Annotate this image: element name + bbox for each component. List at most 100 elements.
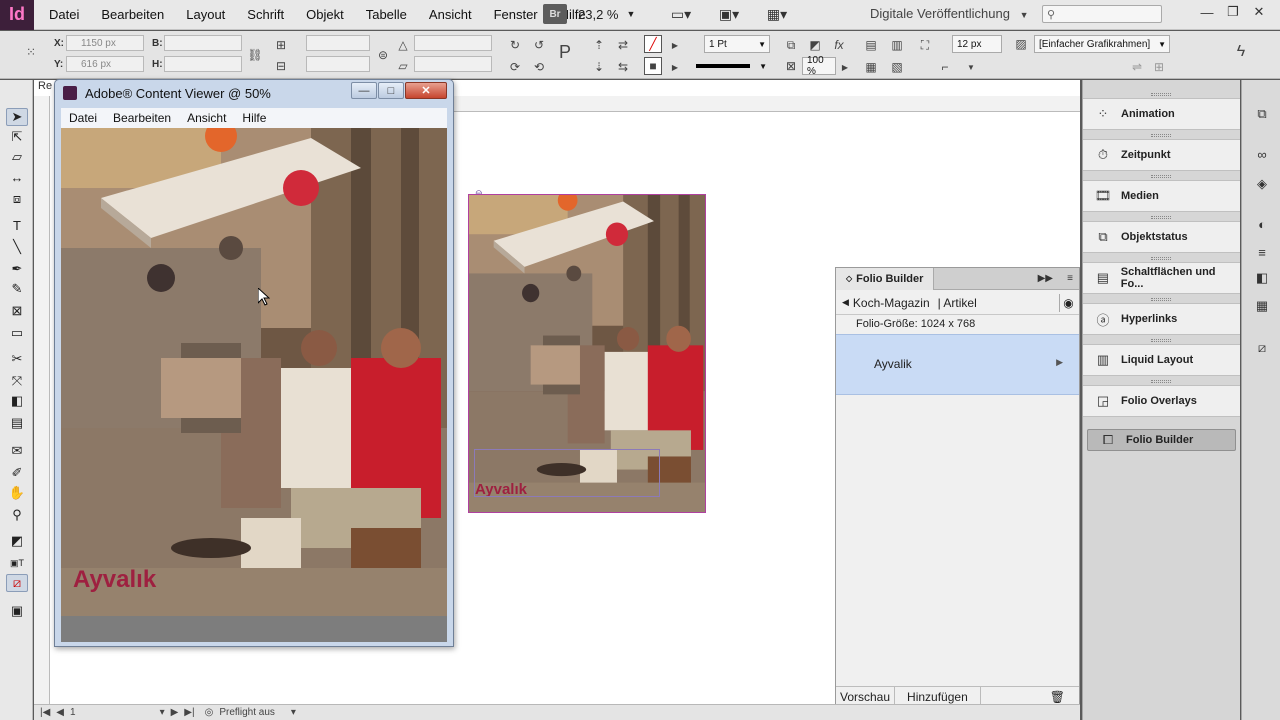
gradient-panel-icon[interactable]: ◧: [1251, 268, 1273, 288]
dock-item-folio-builder[interactable]: ⧠ Folio Builder: [1087, 429, 1236, 451]
pages-panel-icon[interactable]: ⧉: [1251, 104, 1273, 124]
eyedropper-tool-icon[interactable]: ✐: [6, 464, 28, 482]
menu-fenster[interactable]: Fenster: [483, 0, 549, 30]
dock-grip[interactable]: [1151, 93, 1171, 96]
preflight-icon[interactable]: ◎: [205, 707, 214, 718]
cv-menu-datei[interactable]: Datei: [61, 111, 105, 125]
vertical-ruler[interactable]: [34, 96, 50, 704]
scale-y-field[interactable]: [306, 56, 370, 72]
panel-menu-icon[interactable]: ≡: [1067, 273, 1073, 284]
menu-datei[interactable]: Datei: [38, 0, 90, 30]
dock-grip[interactable]: [1151, 134, 1171, 137]
text-wrap-none-icon[interactable]: ▤: [862, 36, 880, 54]
pen-tool-icon[interactable]: ✒: [6, 260, 28, 278]
dock-grip[interactable]: [1151, 380, 1171, 383]
rectangle-frame-tool-icon[interactable]: ⊠: [6, 302, 28, 320]
content-viewer-titlebar[interactable]: Adobe® Content Viewer @ 50% — □ ✕: [55, 80, 453, 106]
menu-layout[interactable]: Layout: [175, 0, 236, 30]
maximize-icon[interactable]: □: [378, 82, 404, 99]
flip-horizontal-icon[interactable]: ⟳: [506, 58, 524, 76]
stroke-weight-select[interactable]: 1 Pt ▼: [704, 35, 770, 53]
bridge-button[interactable]: Br: [543, 4, 567, 24]
cv-menu-hilfe[interactable]: Hilfe: [234, 111, 274, 125]
preflight-status[interactable]: Preflight aus: [219, 707, 275, 718]
shear-field[interactable]: [414, 56, 492, 72]
drop-shadow-icon[interactable]: ◩: [806, 36, 824, 54]
dock-grip[interactable]: [1151, 175, 1171, 178]
menu-ansicht[interactable]: Ansicht: [418, 0, 483, 30]
preflight-menu-icon[interactable]: ▾: [291, 707, 296, 718]
stroke-panel-icon[interactable]: ≡: [1251, 242, 1273, 262]
zoom-tool-icon[interactable]: ⚲: [6, 506, 28, 524]
horizontal-ruler[interactable]: [454, 96, 1080, 112]
prev-page-icon[interactable]: ◀: [56, 707, 64, 718]
search-input[interactable]: ⚲: [1042, 5, 1162, 23]
zoom-level-field[interactable]: 23,2 % ▼: [578, 4, 644, 24]
collapse-icon[interactable]: ◇: [846, 274, 852, 283]
minimize-icon[interactable]: —: [1194, 2, 1220, 22]
text-wrap-panel-icon[interactable]: ⧄: [1251, 338, 1273, 358]
restore-icon[interactable]: ❐: [1220, 2, 1246, 22]
dock-grip[interactable]: [1151, 257, 1171, 260]
expand-panel-icon[interactable]: ▶▶: [1038, 273, 1053, 284]
select-previous-icon[interactable]: ⇄: [614, 36, 632, 54]
hand-tool-icon[interactable]: ✋: [6, 484, 28, 502]
lock-proportions-icon[interactable]: ⊜: [374, 46, 392, 64]
dock-item-media[interactable]: 🎞 Medien: [1083, 180, 1240, 212]
stroke-type-select[interactable]: ▼: [692, 57, 770, 75]
dock-item-folio-overlays[interactable]: ◲ Folio Overlays: [1083, 385, 1240, 417]
arrange-documents-icon[interactable]: ▦▾: [760, 4, 794, 24]
menu-bearbeiten[interactable]: Bearbeiten: [90, 0, 175, 30]
fill-stroke-icon[interactable]: ◩: [6, 532, 28, 550]
links-panel-icon[interactable]: ∞: [1251, 144, 1273, 164]
page-tool-icon[interactable]: ▱: [6, 148, 28, 166]
opacity-arrow-icon[interactable]: ▶: [836, 58, 854, 76]
free-transform-tool-icon[interactable]: ⤧: [6, 372, 28, 390]
dock-grip[interactable]: [1151, 298, 1171, 301]
stroke-menu-arrow-icon[interactable]: ▶: [666, 58, 684, 76]
type-tool-icon[interactable]: T: [6, 216, 28, 234]
breadcrumb-folio[interactable]: Koch-Magazin: [853, 296, 930, 310]
folio-builder-tab[interactable]: ◇ Folio Builder: [836, 267, 935, 290]
stroke-swatch-icon[interactable]: ■: [644, 57, 662, 75]
style-options-icon[interactable]: ⊞: [1150, 58, 1168, 76]
width-field[interactable]: [164, 35, 242, 51]
text-wrap-jump-icon[interactable]: ▧: [888, 58, 906, 76]
clear-overrides-icon[interactable]: ⇌: [1128, 58, 1146, 76]
next-page-icon[interactable]: ▶: [171, 707, 179, 718]
x-position-field[interactable]: 1150 px: [66, 35, 144, 51]
select-next-icon[interactable]: ⇆: [614, 58, 632, 76]
fill-menu-arrow-icon[interactable]: ▶: [666, 36, 684, 54]
workspace-switcher[interactable]: Digitale Veröffentlichung ▼: [870, 6, 1029, 21]
dock-item-object-states[interactable]: ⧉ Objektstatus: [1083, 221, 1240, 253]
corner-menu-icon[interactable]: ▼: [962, 58, 980, 76]
height-field[interactable]: [164, 56, 242, 72]
line-tool-icon[interactable]: ╲: [6, 238, 28, 256]
flip-p-icon[interactable]: P: [556, 42, 574, 62]
dock-item-hyperlinks[interactable]: ⓐ Hyperlinks: [1083, 303, 1240, 335]
article-row[interactable]: Ayvalik ▶: [836, 334, 1079, 395]
selection-tool-icon[interactable]: ➤: [6, 108, 28, 126]
rectangle-tool-icon[interactable]: ▭: [6, 324, 28, 342]
note-tool-icon[interactable]: ✉: [6, 442, 28, 460]
dock-item-animation[interactable]: ⁘ Animation: [1083, 98, 1240, 130]
constrain-proportions-icon[interactable]: ⛓: [246, 46, 264, 64]
screen-mode-icon[interactable]: ▣: [6, 602, 28, 620]
fit-frame-icon[interactable]: ⧉: [782, 36, 800, 54]
page-number-field[interactable]: 1: [70, 707, 76, 718]
table-panel-icon[interactable]: ▦: [1251, 296, 1273, 316]
view-options-icon[interactable]: ▭▾: [664, 4, 698, 24]
article-open-arrow-icon[interactable]: ▶: [1056, 357, 1063, 368]
corner-shape-icon[interactable]: ⌐: [936, 58, 954, 76]
rotate-ccw-icon[interactable]: ↺: [530, 36, 548, 54]
apply-none-icon[interactable]: ⧄: [6, 574, 28, 592]
layers-panel-icon[interactable]: ◈: [1251, 174, 1273, 194]
folio-settings-icon[interactable]: ◉: [1059, 293, 1077, 312]
reference-point-icon[interactable]: ⁙: [22, 43, 40, 61]
select-container-icon[interactable]: ⇡: [590, 36, 608, 54]
pencil-tool-icon[interactable]: ✎: [6, 280, 28, 298]
dock-item-liquid-layout[interactable]: ▥ Liquid Layout: [1083, 344, 1240, 376]
minimize-icon[interactable]: —: [351, 82, 377, 99]
last-page-icon[interactable]: ▶|: [184, 707, 194, 718]
direct-selection-tool-icon[interactable]: ⇱: [6, 128, 28, 146]
